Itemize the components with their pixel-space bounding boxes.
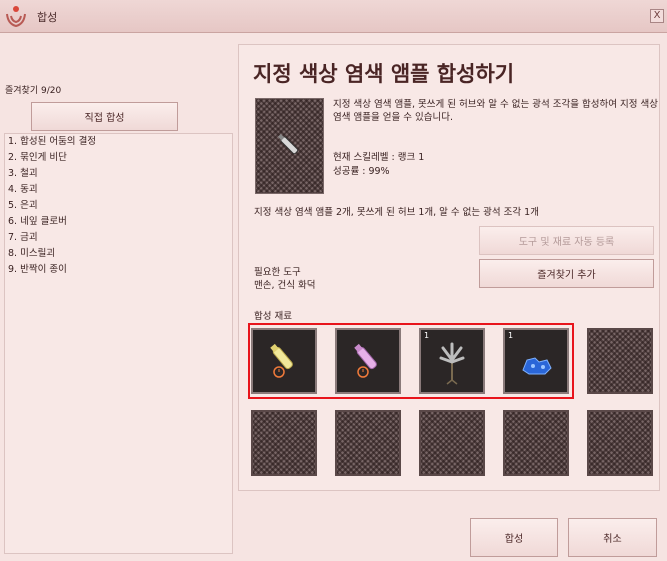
required-materials-text: 지정 색상 염색 앰플 2개, 못쓰게 된 허브 1개, 알 수 없는 광석 조…: [254, 207, 539, 218]
skill-level: 현재 스킬레벨 : 랭크 1: [333, 152, 425, 163]
material-slot-empty[interactable]: [419, 410, 485, 476]
selected-materials-highlight: [248, 323, 574, 399]
recipe-item[interactable]: 7. 금괴: [5, 230, 232, 246]
tools-label: 필요한 도구: [254, 267, 301, 278]
recipe-item[interactable]: 9. 반짝이 종이: [5, 262, 232, 278]
dye-ampoule-icon: [277, 133, 299, 155]
add-favorite-button[interactable]: 즐겨찾기 추가: [479, 259, 654, 288]
synthesize-button[interactable]: 합성: [470, 518, 558, 557]
recipe-description: 지정 색상 염색 앰플, 못쓰게 된 허브와 알 수 없는 광석 조각을 합성하…: [333, 99, 658, 123]
synthesis-hands-icon: [6, 6, 26, 28]
close-button[interactable]: X: [650, 9, 664, 23]
material-slot-empty[interactable]: [587, 328, 653, 394]
material-slot-empty[interactable]: [251, 410, 317, 476]
materials-label: 합성 재료: [254, 311, 292, 322]
recipe-list: 1. 합성된 어둠의 결정 2. 묶인게 비단 3. 철괴 4. 동괴 5. 은…: [4, 133, 233, 554]
recipe-item[interactable]: 5. 은괴: [5, 198, 232, 214]
recipe-item[interactable]: 2. 묶인게 비단: [5, 150, 232, 166]
tools-value: 맨손, 건식 화덕: [254, 280, 316, 291]
cancel-button[interactable]: 취소: [568, 518, 657, 557]
material-slot-empty[interactable]: [587, 410, 653, 476]
material-slot-empty[interactable]: [335, 410, 401, 476]
favorites-count: 즐겨찾기 9/20: [5, 86, 62, 96]
direct-synthesis-button[interactable]: 직접 합성: [31, 102, 178, 131]
recipe-item[interactable]: 8. 미스릴괴: [5, 246, 232, 262]
recipe-item[interactable]: 4. 동괴: [5, 182, 232, 198]
window-title: 합성: [37, 11, 58, 24]
recipe-item[interactable]: 3. 철괴: [5, 166, 232, 182]
result-preview: [255, 98, 324, 194]
title-bar: 합성 X: [0, 0, 667, 33]
recipe-item[interactable]: 6. 네잎 클로버: [5, 214, 232, 230]
recipe-title: 지정 색상 염색 앰플 합성하기: [253, 62, 515, 86]
success-rate: 성공률 : 99%: [333, 166, 390, 177]
recipe-item[interactable]: 1. 합성된 어둠의 결정: [5, 134, 232, 150]
material-slot-empty[interactable]: [503, 410, 569, 476]
auto-register-button[interactable]: 도구 및 재료 자동 등록: [479, 226, 654, 255]
